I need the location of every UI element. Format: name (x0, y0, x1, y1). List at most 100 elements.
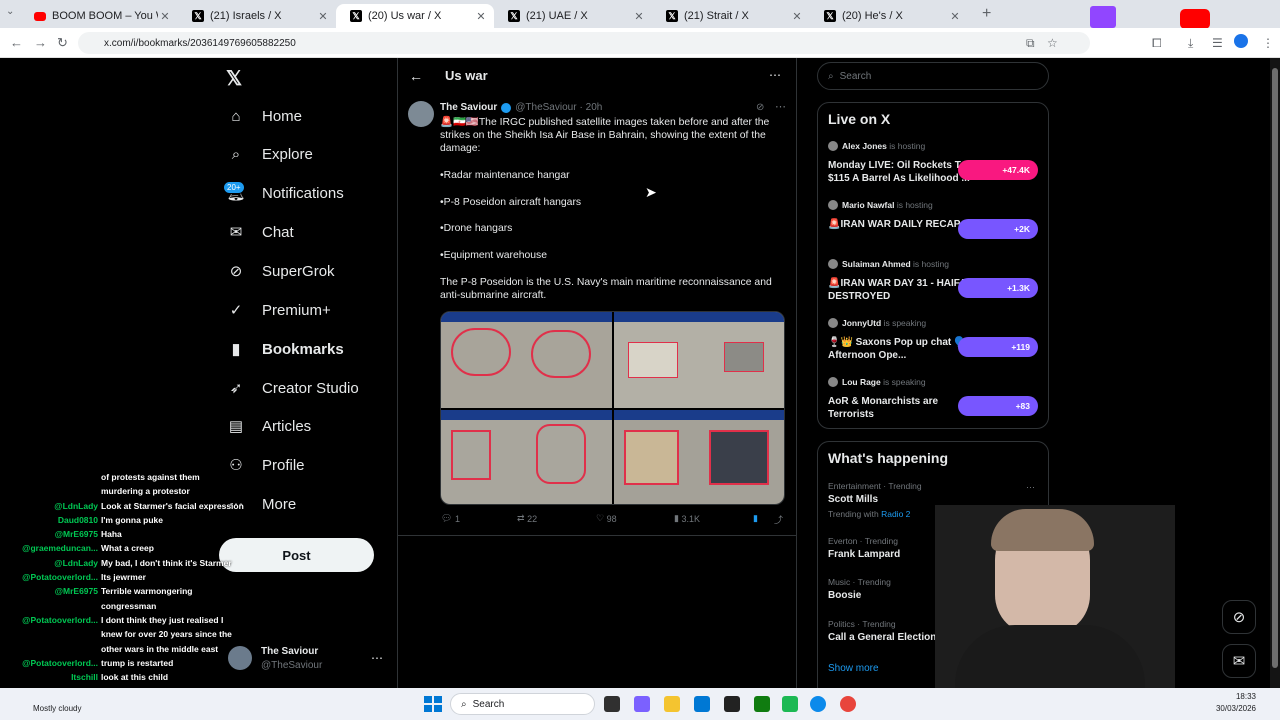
close-icon[interactable]: ✕ (632, 10, 646, 23)
satellite-image[interactable] (441, 410, 612, 504)
live-listener-pill[interactable]: +83 (958, 396, 1038, 416)
grok-icon[interactable]: ⊘ (756, 102, 764, 113)
tab-3[interactable]: 𝕏 (20) Us war / X ✕ (336, 4, 494, 28)
back-arrow-icon[interactable]: ← (409, 68, 423, 84)
live-listener-pill[interactable]: +2K (958, 219, 1038, 239)
nav-notifications[interactable]: 🔔︎Notifications (226, 175, 343, 211)
post-button[interactable]: Post (219, 538, 374, 572)
live-item-title[interactable]: 🚨IRAN WAR DAY 31 - HAIFA DESTROYED (828, 277, 970, 303)
store-icon[interactable] (694, 696, 710, 712)
search-input[interactable]: ⌕ Search (817, 62, 1049, 90)
close-icon[interactable]: ✕ (158, 10, 172, 23)
scrollbar-thumb[interactable] (1272, 68, 1278, 668)
chrome-icon[interactable] (840, 696, 856, 712)
tab-4[interactable]: 𝕏 (21) UAE / X ✕ (494, 4, 652, 28)
bookmark-button[interactable]: ▮ (753, 513, 758, 524)
live-host[interactable]: Alex Jones is hosting (828, 141, 925, 151)
close-icon[interactable]: ✕ (316, 10, 330, 23)
menu-icon[interactable]: ☰ (1212, 36, 1223, 50)
close-icon[interactable]: ✕ (474, 10, 488, 23)
repost-button[interactable]: ⇄ 22 (517, 513, 537, 524)
tab-5[interactable]: 𝕏 (21) Strait / X ✕ (652, 4, 810, 28)
messages-icon[interactable]: ✉ (1222, 644, 1256, 678)
tweet-author[interactable]: The Saviour (440, 102, 497, 113)
new-tab-button[interactable]: + (982, 5, 991, 23)
live-listener-pill[interactable]: +1.3K (958, 278, 1038, 298)
nav-bookmarks[interactable]: ▮ Bookmarks (226, 331, 344, 367)
x-logo-icon[interactable]: 𝕏 (226, 66, 242, 91)
live-listener-pill[interactable]: +119 (958, 337, 1038, 357)
windows-start-icon[interactable] (424, 696, 442, 712)
nav-creator-studio[interactable]: ➶ Creator Studio (226, 370, 359, 406)
more-icon[interactable]: ⋯ (775, 100, 786, 113)
chat-text: other wars in the middle east (101, 643, 219, 654)
views-button[interactable]: ▮ 3.1K (674, 513, 700, 524)
like-button[interactable]: ♡ 98 (596, 513, 617, 524)
trend-name[interactable]: Frank Lampard (828, 549, 900, 560)
copilot-icon[interactable] (634, 696, 650, 712)
account-menu-icon[interactable]: ⋯ (371, 651, 383, 665)
live-host[interactable]: Mario Nawfal is hosting (828, 200, 933, 210)
star-icon[interactable]: ☆ (1047, 36, 1058, 50)
live-listener-pill[interactable]: +47.4K (958, 160, 1038, 180)
more-icon[interactable]: ⋯ (769, 68, 781, 82)
tweet-time[interactable]: · 20h (580, 102, 603, 113)
live-host[interactable]: Sulaiman Ahmed is hosting (828, 259, 949, 269)
satellite-image[interactable] (614, 312, 784, 408)
tab-search-icon[interactable]: ⌄ (6, 6, 14, 17)
edge-icon[interactable] (810, 696, 826, 712)
nav-articles[interactable]: ▤ Articles (226, 408, 311, 444)
reply-button[interactable]: 💬︎ 1 (441, 513, 460, 524)
nav-supergrok[interactable]: ⊘ SuperGrok (226, 253, 335, 289)
nav-premium[interactable]: ✓ Premium+ (226, 292, 331, 328)
live-item-title[interactable]: 🍷👑 Saxons Pop up chat 🗣️ Afternoon Ope..… (828, 336, 970, 362)
download-icon[interactable]: ⤓ (1188, 36, 1193, 51)
nav-chat[interactable]: ✉ Chat (226, 214, 294, 250)
scrollbar[interactable] (1270, 58, 1280, 688)
install-icon[interactable]: ⧉ (1026, 36, 1035, 51)
trend-name[interactable]: Scott Mills (828, 494, 878, 505)
address-bar[interactable]: x.com/i/bookmarks/2036149769605882250 (78, 32, 1090, 54)
clock-date[interactable]: 30/03/2026 (1196, 704, 1256, 713)
back-icon[interactable]: ← (10, 35, 23, 50)
live-item-title[interactable]: AoR & Monarchists are Terrorists (828, 395, 970, 421)
reload-icon[interactable]: ↻ (57, 35, 68, 51)
spotify-icon[interactable] (782, 696, 798, 712)
nav-home[interactable]: ⌂ Home (226, 98, 302, 134)
trend-sub-link[interactable]: Radio 2 (881, 509, 910, 519)
show-more-link[interactable]: Show more (828, 663, 879, 674)
live-item-title[interactable]: 🚨IRAN WAR DAILY RECAP (828, 218, 970, 231)
tab-1[interactable]: BOOM BOOM – You Woke The ✕ (20, 4, 178, 28)
weather-text[interactable]: Mostly cloudy (33, 704, 81, 713)
close-icon[interactable]: ✕ (790, 10, 804, 23)
tab-6[interactable]: 𝕏 (20) He's / X ✕ (810, 4, 968, 28)
clock-time[interactable]: 18:33 (1218, 692, 1256, 701)
forward-icon[interactable]: → (34, 35, 47, 50)
share-button[interactable]: ⤴ (774, 513, 783, 526)
trend-more-icon[interactable]: ⋯ (1026, 482, 1035, 493)
taskbar-search[interactable]: ⌕ Search (450, 693, 595, 715)
xbox-icon[interactable] (754, 696, 770, 712)
tweet-handle[interactable]: @TheSaviour (515, 102, 576, 113)
tweet-avatar[interactable] (408, 101, 434, 127)
trend-name[interactable]: Call a General Election (828, 632, 936, 643)
live-host[interactable]: Lou Rage is speaking (828, 377, 926, 387)
kebab-icon[interactable]: ⋮ (1262, 36, 1274, 50)
live-host[interactable]: JonnyUtd is speaking (828, 318, 926, 328)
file-explorer-icon[interactable] (664, 696, 680, 712)
extensions-icon[interactable]: ⧠ (1152, 36, 1162, 51)
task-view-icon[interactable] (604, 696, 620, 712)
trend-name[interactable]: Boosie (828, 590, 861, 601)
start-tile (434, 696, 442, 703)
grok-icon[interactable]: ⊘ (1222, 600, 1256, 634)
tweet-media[interactable] (440, 311, 785, 505)
satellite-image[interactable] (614, 410, 784, 504)
live-item-title[interactable]: Monday LIVE: Oil Rockets To $115 A Barre… (828, 159, 970, 185)
app-icon[interactable] (724, 696, 740, 712)
nav-explore[interactable]: ⌕ Explore (226, 136, 313, 172)
highlight-ring (531, 330, 591, 378)
close-icon[interactable]: ✕ (948, 10, 962, 23)
tab-2[interactable]: 𝕏 (21) Israels / X ✕ (178, 4, 336, 28)
satellite-image[interactable] (441, 312, 612, 408)
avatar[interactable] (1234, 34, 1248, 48)
